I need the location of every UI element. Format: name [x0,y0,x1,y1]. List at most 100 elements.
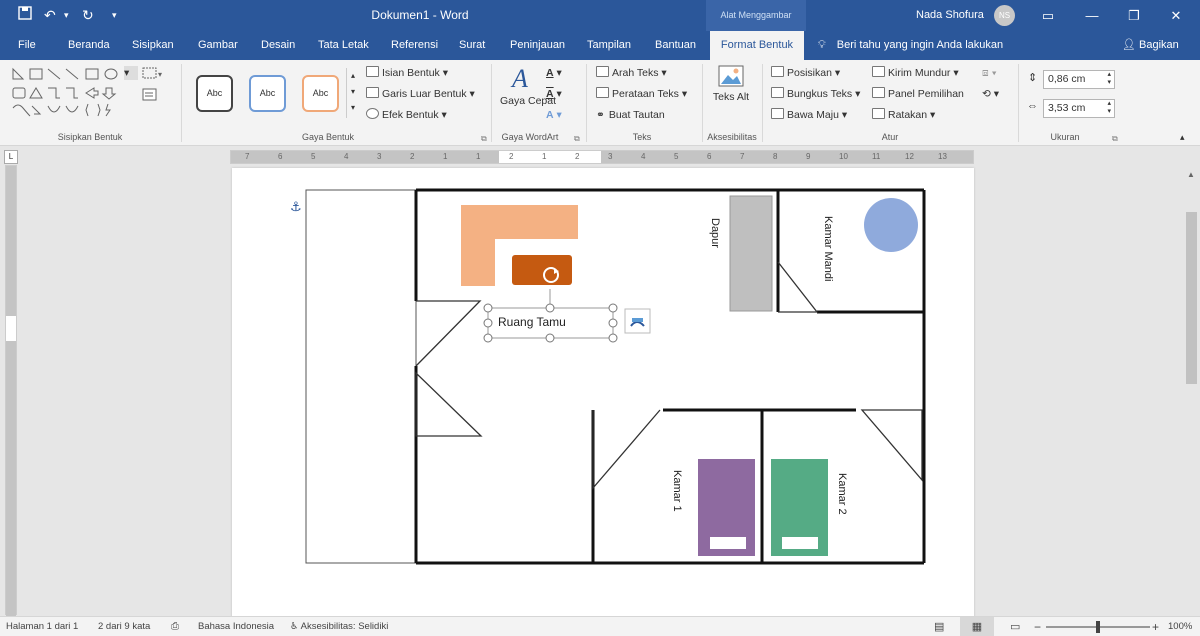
wrap-text-button[interactable]: Bungkus Teks ▾ [771,87,860,101]
zoom-out-icon[interactable]: − [1034,617,1041,636]
close-icon[interactable]: ✕ [1156,0,1196,31]
coffee-table[interactable] [512,255,572,285]
text-direction-button[interactable]: Arah Teks ▾ [596,66,667,80]
group-objects-icon[interactable]: ⧈ ▾ [982,66,997,80]
minimize-icon[interactable]: — [1072,0,1112,31]
ruler-tick-label: 5 [311,152,316,161]
document-page[interactable]: ⚓︎ Dapur Kamar Mandi Kamar 1 Kamar 2 Rua… [232,168,974,628]
shape-fill-button[interactable]: Isian Bentuk ▾ [366,66,448,80]
outer-frame [305,189,417,564]
shape-gallery-more-icon[interactable]: ▾ [124,66,138,80]
undo-dropdown-icon[interactable]: ▾ [64,6,69,24]
align-text-button[interactable]: Perataan Teks ▾ [596,87,687,101]
vertical-scrollbar[interactable]: ▲ [1183,170,1200,610]
text-outline-icon[interactable]: A ▾ [546,87,562,101]
zoom-level[interactable]: 100% [1168,617,1192,636]
language-indicator[interactable]: Bahasa Indonesia [198,617,274,636]
ruler-tick-label: 1 [443,152,448,161]
spinner-icon[interactable]: ▴ ▾ [1107,71,1111,87]
zoom-slider-thumb[interactable] [1096,621,1100,633]
zoom-slider[interactable] [1046,621,1150,633]
accessibility-status[interactable]: ♿︎ Aksesibilitas: Selidiki [290,617,388,636]
zoom-in-icon[interactable]: + [1152,617,1159,636]
send-backward-button[interactable]: Kirim Mundur ▾ [872,66,959,80]
tab-shape-format[interactable]: Format Bentuk [710,31,804,60]
collapse-ribbon-icon[interactable]: ▴ [1180,130,1185,144]
create-link-button[interactable]: ⚭ Buat Tautan [596,108,665,122]
tab-references[interactable]: Referensi [391,31,438,60]
read-mode-icon[interactable]: ▤ [934,617,944,636]
web-layout-icon[interactable]: ▭ [1010,617,1020,636]
bring-forward-label: Bawa Maju [787,109,839,121]
text-box-icon[interactable] [142,88,158,105]
spinner-icon[interactable]: ▴ ▾ [1107,100,1111,116]
shape-style-2[interactable]: Abc [249,75,286,112]
proofing-icon[interactable]: ⎙ [171,617,179,636]
user-name[interactable]: Nada Shofura [916,0,984,31]
avatar[interactable]: NS [994,5,1015,26]
tab-selector[interactable]: L [4,150,18,164]
shape-height-input[interactable]: 0,86 cm ▴ ▾ [1043,70,1115,89]
text-effects-icon[interactable]: A ▾ [546,108,562,122]
shape-style-3[interactable]: Abc [302,75,339,112]
save-icon[interactable] [18,6,32,24]
scroll-up-icon[interactable]: ▲ [1187,170,1195,179]
align-button[interactable]: Ratakan ▾ [872,108,935,122]
redo-icon[interactable]: ↻ [82,6,94,24]
bath-tub[interactable] [864,198,918,252]
horizontal-ruler[interactable]: 7 6 5 4 3 2 1 1 2 1 2 3 4 5 6 7 8 9 10 11 12 13 [230,150,974,164]
wrap-text-label: Bungkus Teks [787,88,853,100]
word-count[interactable]: 2 dari 9 kata [98,617,150,636]
text-fill-icon[interactable]: A ▾ [546,66,562,80]
selected-text-box[interactable]: Ruang Tamu [483,289,618,343]
tab-view[interactable]: Tampilan [587,31,631,60]
shape-style-1[interactable]: Abc [196,75,233,112]
group-separator [586,64,587,142]
bring-forward-button[interactable]: Bawa Maju ▾ [771,108,847,122]
room-label-living[interactable]: Ruang Tamu [498,315,566,329]
room-label-bedroom2[interactable]: Kamar 2 [836,473,848,515]
ruler-tick-label: 1 [476,152,481,161]
dialog-launcher-icon[interactable]: ⧉ [574,134,580,144]
undo-icon[interactable]: ↶ [44,6,56,24]
print-layout-icon[interactable]: ▦ [960,617,994,636]
scrollbar-thumb[interactable] [1186,212,1197,384]
tab-review[interactable]: Peninjauan [510,31,565,60]
tab-design[interactable]: Desain [261,31,295,60]
position-button[interactable]: Posisikan ▾ [771,66,840,80]
quick-styles-button[interactable]: A Gaya Cepat [500,64,556,130]
tab-insert[interactable]: Sisipkan [132,31,174,60]
tab-help[interactable]: Bantuan [655,31,696,60]
selection-pane-button[interactable]: Panel Pemilihan [872,87,964,101]
shape-gallery[interactable] [10,66,132,124]
room-label-bathroom[interactable]: Kamar Mandi [822,216,834,281]
tab-home[interactable]: Beranda [68,31,110,60]
tab-draw[interactable]: Gambar [198,31,238,60]
dialog-launcher-icon[interactable]: ⧉ [481,134,487,144]
tab-layout[interactable]: Tata Letak [318,31,369,60]
tab-file[interactable]: File [18,31,36,60]
page-count[interactable]: Halaman 1 dari 1 [6,617,78,636]
vertical-ruler[interactable] [5,165,17,616]
chevron-down-icon[interactable]: ▾ [112,6,117,24]
shape-outline-button[interactable]: Garis Luar Bentuk ▾ [366,87,475,101]
ruler-tick-label: 4 [344,152,349,161]
dialog-launcher-icon[interactable]: ⧉ [1112,134,1118,144]
edit-shape-icon[interactable]: ▾ [142,66,164,83]
kitchen-counter[interactable] [729,195,773,312]
ruler-tick-label: 11 [872,152,881,161]
alt-text-button[interactable]: Teks Alt [708,64,754,128]
tell-me-search[interactable]: 💡︎ Beri tahu yang ingin Anda lakukan [818,31,1003,60]
layout-options-icon[interactable] [624,308,651,334]
group-size-label: Ukuran [1050,132,1080,142]
share-button[interactable]: 👤︎ Bagikan [1122,31,1179,60]
shape-effects-button[interactable]: Efek Bentuk ▾ [366,108,447,122]
style-gallery-scroll[interactable]: ▴ ▾ ▾ [346,68,359,118]
tab-mailings[interactable]: Surat [459,31,485,60]
room-label-bedroom1[interactable]: Kamar 1 [671,470,683,512]
ribbon-display-icon[interactable]: ▭ [1028,0,1068,31]
room-label-kitchen[interactable]: Dapur [709,218,721,248]
shape-width-input[interactable]: 3,53 cm ▴ ▾ [1043,99,1115,118]
restore-icon[interactable]: ❐ [1114,0,1154,31]
rotate-icon[interactable]: ⟲ ▾ [982,87,999,101]
